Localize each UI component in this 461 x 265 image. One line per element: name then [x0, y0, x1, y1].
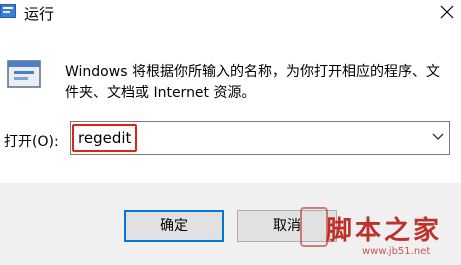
watermark-stamp: [300, 207, 328, 247]
dialog-description: Windows 将根据你所输入的名称，为你打开相应的程序、文件夹、文档或 Int…: [65, 64, 440, 101]
open-combobox[interactable]: regedit: [70, 121, 450, 155]
title-bar: 运行: [0, 0, 461, 26]
chevron-down-icon[interactable]: [432, 133, 444, 141]
close-button[interactable]: [432, 0, 461, 26]
close-icon: [440, 5, 454, 19]
watermark-site: www.jb51.net: [362, 246, 431, 257]
window-title: 运行: [24, 5, 55, 23]
open-input[interactable]: regedit: [78, 129, 131, 147]
run-program-icon: [7, 60, 41, 88]
run-dialog-icon: [0, 4, 16, 18]
watermark-text: 脚本之家: [326, 216, 443, 246]
watermark: 脚本之家 www.jb51.net: [300, 205, 460, 265]
open-field-label: 打开(O):: [4, 134, 59, 150]
ok-button[interactable]: 确定: [124, 210, 224, 242]
